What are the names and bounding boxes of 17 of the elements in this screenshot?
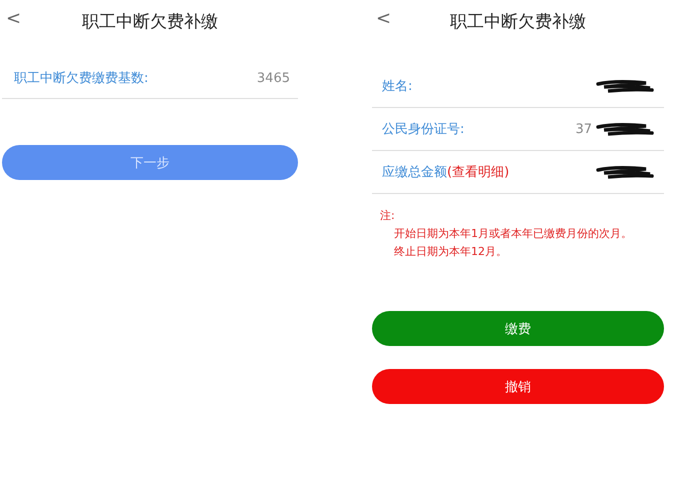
field-value: 3465 <box>256 70 290 86</box>
action-button[interactable]: 撤销 <box>372 369 664 404</box>
back-button[interactable]: < <box>6 8 22 29</box>
page-title: 职工中断欠费补缴 <box>450 10 586 32</box>
back-button[interactable]: < <box>376 8 392 29</box>
page-title: 职工中断欠费补缴 <box>82 10 218 32</box>
field-label: 应缴总金额 <box>382 164 447 181</box>
note-text: 开始日期为本年1月或者本年已缴费月份的次月。 <box>393 226 633 241</box>
action-button[interactable]: 下一步 <box>2 145 298 180</box>
action-button[interactable]: 缴费 <box>372 311 664 346</box>
field-value: 37 <box>575 122 592 136</box>
field-label: 姓名: <box>382 78 412 95</box>
field-label: 公民身份证号: <box>382 121 464 138</box>
details-link[interactable]: (查看明细) <box>447 163 510 181</box>
note-heading: 注: <box>380 208 396 223</box>
field-label: 职工中断欠费缴费基数: <box>14 70 148 87</box>
note-text: 终止日期为本年12月。 <box>393 244 508 259</box>
